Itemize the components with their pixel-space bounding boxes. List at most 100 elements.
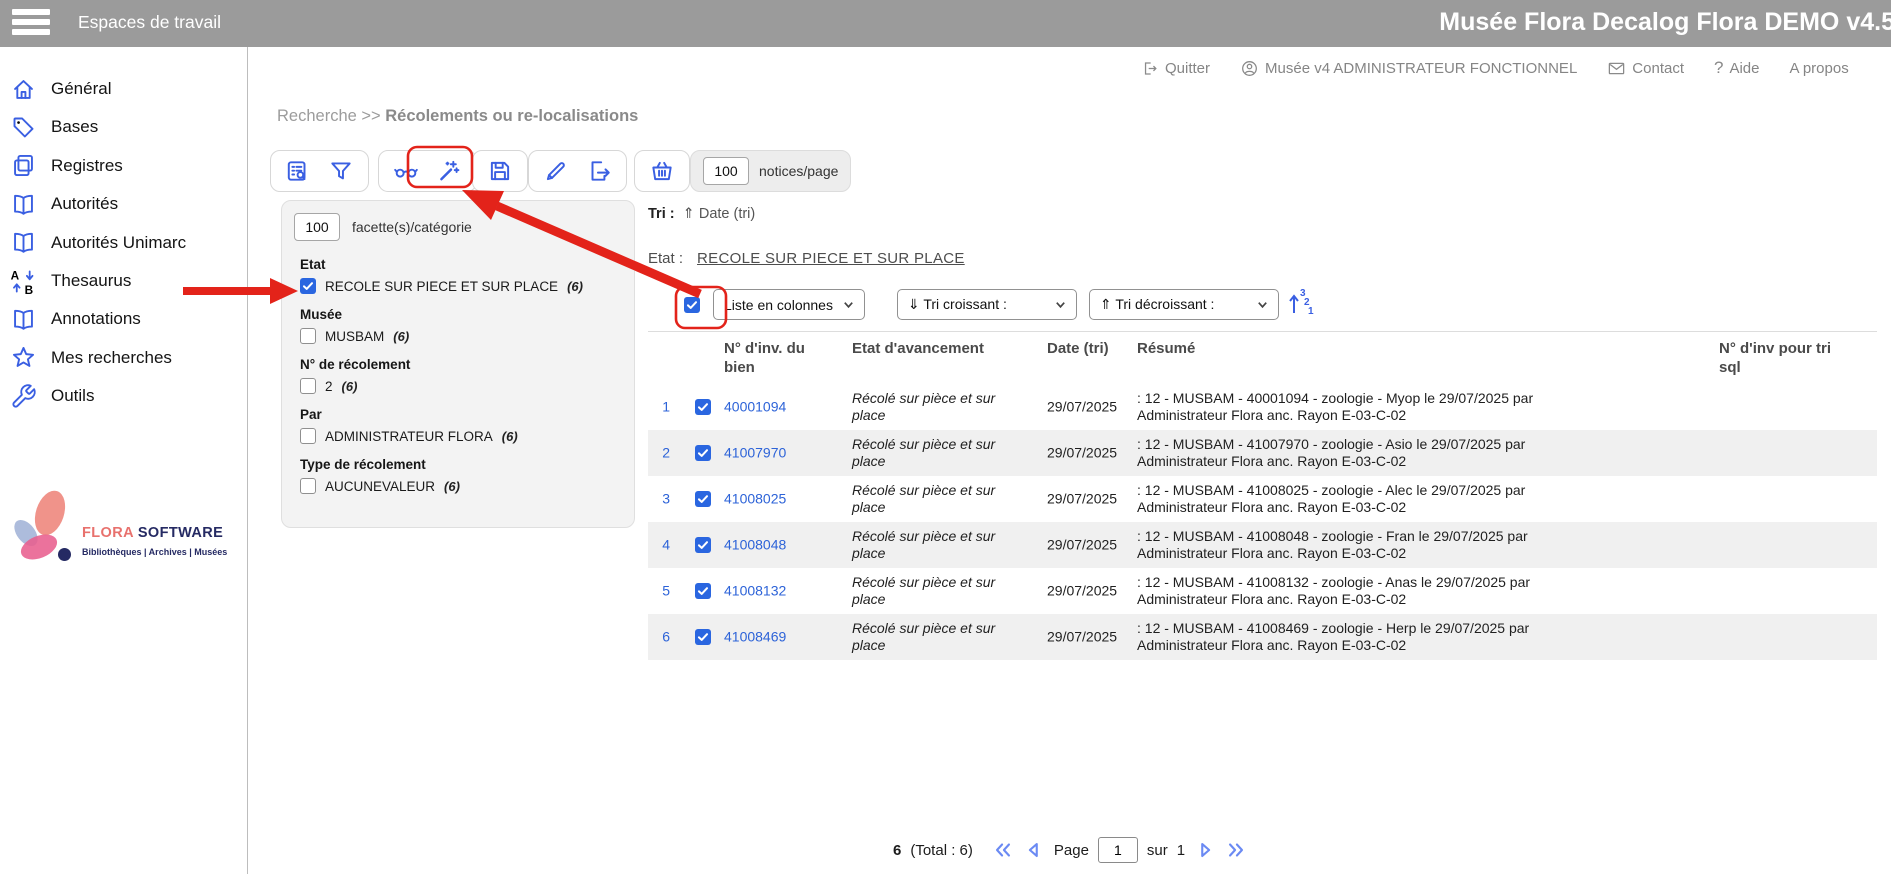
- sidebar-item-autorites[interactable]: Autorités: [10, 185, 118, 223]
- row-resume: : 12 - MUSBAM - 41008025 - zoologie - Al…: [1137, 482, 1589, 516]
- row-etat: Récolé sur pièce et sur place: [852, 436, 1024, 470]
- sidebar-item-autorites-unimarc[interactable]: Autorités Unimarc: [10, 224, 186, 262]
- row-date: 29/07/2025: [1047, 444, 1137, 461]
- row-checkbox[interactable]: [695, 537, 711, 553]
- inventory-number-link[interactable]: 41008469: [724, 628, 786, 645]
- result-total: (Total : 6): [910, 842, 973, 859]
- svg-text:1: 1: [1308, 306, 1314, 317]
- sidebar-item-thesaurus[interactable]: ABThesaurus: [10, 262, 131, 300]
- tag-icon: [10, 114, 37, 141]
- save-floppy-icon[interactable]: [487, 158, 513, 184]
- toolbar-group-display: [378, 150, 477, 192]
- inventory-number-link[interactable]: 41008025: [724, 490, 786, 507]
- table-row: 441008048Récolé sur pièce et sur place29…: [648, 522, 1877, 568]
- row-checkbox[interactable]: [695, 399, 711, 415]
- facet-checkbox[interactable]: [300, 278, 316, 294]
- row-checkbox[interactable]: [695, 629, 711, 645]
- envelope-icon: [1607, 59, 1626, 78]
- exit-icon: [1140, 59, 1159, 78]
- brand-tagline: Bibliothèques | Archives | Musées: [82, 547, 227, 557]
- facet-checkbox[interactable]: [300, 478, 316, 494]
- row-date: 29/07/2025: [1047, 628, 1137, 645]
- inventory-number-link[interactable]: 40001094: [724, 398, 786, 415]
- sort-321-icon[interactable]: 321: [1287, 286, 1315, 323]
- question-mark-icon: ?: [1714, 58, 1723, 78]
- view-mode-select[interactable]: Liste en colonnes: [713, 289, 865, 320]
- last-page-button[interactable]: [1225, 839, 1247, 861]
- row-resume: : 12 - MUSBAM - 41008469 - zoologie - He…: [1137, 620, 1589, 654]
- registers-icon: [10, 152, 37, 179]
- row-date: 29/07/2025: [1047, 536, 1137, 553]
- page-number-input[interactable]: [1098, 837, 1138, 863]
- facet-checkbox[interactable]: [300, 428, 316, 444]
- facet-option-musbam: MUSBAM(6): [300, 328, 624, 344]
- sidebar-item-mes-recherches[interactable]: Mes recherches: [10, 339, 172, 377]
- top-bar: Espaces de travail Musée Flora Decalog F…: [0, 0, 1891, 47]
- sort-descending-select[interactable]: ⇑ Tri décroissant :: [1089, 289, 1279, 320]
- quit-button[interactable]: Quitter: [1140, 59, 1210, 78]
- about-button[interactable]: A propos: [1790, 60, 1849, 77]
- page-title: Récolements ou re-localisations: [385, 107, 638, 125]
- table-divider: [648, 331, 1877, 332]
- notices-per-page-input[interactable]: [703, 157, 749, 185]
- row-resume: : 12 - MUSBAM - 40001094 - zoologie - My…: [1137, 390, 1589, 424]
- col-sql: N° d'inv pour tri sql: [1719, 340, 1837, 378]
- inventory-number-link[interactable]: 41007970: [724, 444, 786, 461]
- facet-group-title-musee: Musée: [300, 307, 624, 322]
- page-label: Page: [1054, 842, 1089, 859]
- select-all-checkbox[interactable]: [684, 297, 700, 313]
- row-checkbox[interactable]: [695, 583, 711, 599]
- inventory-number-link[interactable]: 41008132: [724, 582, 786, 599]
- sidebar-item-general[interactable]: Général: [10, 70, 111, 108]
- svg-text:B: B: [25, 282, 34, 294]
- row-date: 29/07/2025: [1047, 490, 1137, 507]
- breadcrumb[interactable]: Recherche >> Récolements ou re-localisat…: [277, 107, 638, 126]
- chevron-down-icon: [842, 298, 855, 311]
- workspace-label: Espaces de travail: [78, 12, 221, 33]
- star-icon: [10, 344, 37, 371]
- list-search-icon[interactable]: [285, 158, 311, 184]
- table-row: 541008132Récolé sur pièce et sur place29…: [648, 568, 1877, 614]
- row-etat: Récolé sur pièce et sur place: [852, 390, 1024, 424]
- facet-count-input[interactable]: [294, 213, 340, 241]
- pagination-bar: 6 (Total : 6) Page sur 1: [893, 835, 1247, 865]
- sidebar-item-annotations[interactable]: Annotations: [10, 300, 141, 338]
- inventory-number-link[interactable]: 41008048: [724, 536, 786, 553]
- etat-filter-link[interactable]: RECOLE SUR PIECE ET SUR PLACE: [697, 250, 965, 267]
- col-inv: N° d'inv. du bien: [724, 340, 829, 378]
- pencil-icon[interactable]: [543, 158, 569, 184]
- toolbar-group-save: [472, 150, 528, 192]
- sidebar-item-outils[interactable]: Outils: [10, 377, 94, 415]
- book-icon: [10, 229, 37, 256]
- facet-checkbox[interactable]: [300, 378, 316, 394]
- etat-filter-line: Etat :RECOLE SUR PIECE ET SUR PLACE: [648, 250, 965, 267]
- row-etat: Récolé sur pièce et sur place: [852, 574, 1024, 608]
- row-checkbox[interactable]: [695, 491, 711, 507]
- flora-app-window: Espaces de travail Musée Flora Decalog F…: [0, 0, 1891, 874]
- row-number: 5: [648, 582, 670, 599]
- glasses-icon[interactable]: [393, 158, 419, 184]
- flora-brand-name: FLORA SOFTWARE: [82, 525, 223, 541]
- brand-dot: [58, 548, 71, 561]
- facet-count-label: facette(s)/catégorie: [352, 219, 472, 235]
- magic-wand-icon[interactable]: [436, 158, 462, 184]
- hamburger-menu-icon[interactable]: [12, 9, 50, 37]
- facet-option-recole-sur-piece-et-sur-place: RECOLE SUR PIECE ET SUR PLACE(6): [300, 278, 624, 294]
- export-icon[interactable]: [586, 158, 612, 184]
- filter-funnel-icon[interactable]: [328, 158, 354, 184]
- sort-ascending-select[interactable]: ⇓ Tri croissant :: [897, 289, 1077, 320]
- next-page-button[interactable]: [1194, 839, 1216, 861]
- previous-page-button[interactable]: [1023, 839, 1045, 861]
- facet-checkbox[interactable]: [300, 328, 316, 344]
- facet-group-title-type-de-recolement: Type de récolement: [300, 457, 624, 472]
- sidebar-item-bases[interactable]: Bases: [10, 108, 98, 146]
- user-account[interactable]: Musée v4 ADMINISTRATEUR FONCTIONNEL: [1240, 59, 1577, 78]
- toolbar-group-edit: [528, 150, 627, 192]
- help-button[interactable]: ? Aide: [1714, 58, 1760, 78]
- col-etat: Etat d'avancement: [852, 340, 984, 359]
- basket-icon[interactable]: [649, 158, 675, 184]
- sidebar-item-registres[interactable]: Registres: [10, 147, 123, 185]
- first-page-button[interactable]: [992, 839, 1014, 861]
- contact-button[interactable]: Contact: [1607, 59, 1684, 78]
- row-checkbox[interactable]: [695, 445, 711, 461]
